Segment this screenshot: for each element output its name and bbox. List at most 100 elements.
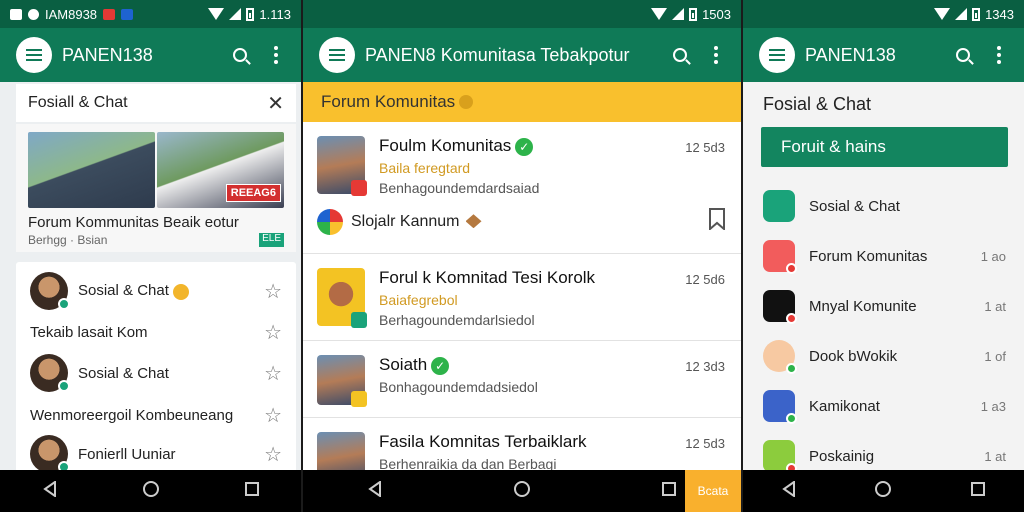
home-button[interactable]: [874, 480, 892, 503]
overflow-menu-button[interactable]: [261, 40, 291, 70]
app-label: Forum Komunitas: [809, 247, 928, 265]
featured-tag: ELE: [259, 233, 284, 247]
back-button[interactable]: [42, 479, 57, 502]
community-photo: [28, 132, 155, 208]
verified-icon: ✓: [515, 137, 534, 156]
status-text: IAM8938: [45, 6, 98, 22]
home-button[interactable]: [142, 480, 160, 503]
search-button[interactable]: [665, 40, 695, 70]
list-item[interactable]: Sosial & Chat ☆: [16, 262, 296, 314]
wifi-icon: [651, 8, 668, 20]
signal-icon: [955, 8, 968, 20]
more-vert-icon: [274, 46, 278, 64]
status-bar: 1503: [303, 0, 741, 28]
menu-button[interactable]: [16, 37, 52, 73]
forum-item[interactable]: Forul k Komnitad Tesi Korolk Baiafegrebo…: [303, 254, 741, 341]
app-count: 1 a3: [980, 398, 1006, 414]
app-count: 1 at: [984, 448, 1006, 464]
list-item-label: Sosial & Chat: [78, 364, 169, 382]
forum-time: 12 3d3: [685, 359, 725, 374]
app-label: Kamikonat: [809, 397, 880, 415]
forum-description: Benhagoundemdardsaiad: [379, 180, 540, 196]
app-item[interactable]: Sosial & Chat: [743, 181, 1024, 231]
community-logo-icon: [317, 208, 343, 235]
app-bar: PANEN138: [0, 28, 301, 82]
signal-icon: [229, 8, 242, 20]
list-item[interactable]: Wenmoreergoil Kombeuneang ☆: [16, 396, 296, 434]
featured-photos: REEAG6: [28, 132, 284, 208]
status-bar: IAM8938 1.113: [0, 0, 301, 28]
star-icon[interactable]: ☆: [264, 320, 282, 345]
app-count: 1 ao: [980, 248, 1006, 264]
menu-button[interactable]: [319, 37, 355, 73]
featured-card[interactable]: REEAG6 Forum Kommunitas Beaik eotur Berh…: [16, 124, 296, 252]
list-item-label: Tekaib lasait Kom: [30, 323, 148, 341]
screen-3: 1343 PANEN138 Fosial & Chat Foruit & hai…: [743, 0, 1024, 512]
star-icon[interactable]: ☆: [264, 403, 282, 428]
app-label: Poskainig: [809, 447, 875, 465]
list-item[interactable]: Tekaib lasait Kom ☆: [16, 314, 296, 350]
back-button[interactable]: [368, 479, 382, 502]
forum-time: 12 5d6: [685, 272, 725, 287]
star-icon[interactable]: ☆: [264, 279, 282, 304]
app-title: PANEN8 Komunitasa Tebakpotur: [365, 44, 630, 65]
recents-button[interactable]: [244, 481, 259, 501]
wifi-icon: [934, 8, 951, 20]
recents-button[interactable]: [970, 481, 985, 501]
community-row[interactable]: Slojalr Kannum: [303, 202, 741, 254]
app-item[interactable]: Forum Komunitas 1 ao: [743, 231, 1024, 281]
signal-icon: [672, 8, 685, 20]
forum-item[interactable]: Soiath ✓ Bonhagoundemdadsiedol 12 3d3: [303, 341, 741, 418]
overflow-menu-button[interactable]: [984, 40, 1014, 70]
app-label: Dook bWokik: [809, 347, 898, 365]
system-nav-bar: [743, 470, 1024, 512]
status-time: 1343: [985, 6, 1014, 22]
cta-button[interactable]: Bcata: [685, 470, 741, 512]
forum-button[interactable]: Foruit & hains: [761, 127, 1008, 167]
search-icon: [233, 48, 247, 62]
forum-description: Bonhagoundemdadsiedol: [379, 379, 538, 395]
battery-icon: [246, 7, 255, 21]
recents-button[interactable]: [661, 481, 676, 501]
screen-1: IAM8938 1.113 PANEN138 Fosiall & Chat ✕: [0, 0, 301, 512]
list-item-label: Wenmoreergoil Kombeuneang: [30, 406, 234, 424]
phone-screens: IAM8938 1.113 PANEN138 Fosiall & Chat ✕: [0, 0, 1024, 512]
list-item[interactable]: Sosial & Chat ☆: [16, 350, 296, 396]
search-button[interactable]: [948, 40, 978, 70]
system-nav-bar: [303, 470, 741, 512]
app-item[interactable]: Dook bWokik 1 of: [743, 331, 1024, 381]
star-icon[interactable]: ☆: [264, 442, 282, 467]
avatar: [30, 435, 70, 473]
community-label: Slojalr Kannum: [351, 212, 460, 230]
star-icon[interactable]: ☆: [264, 361, 282, 386]
app-notification-icon: [121, 8, 134, 20]
menu-button[interactable]: [759, 37, 795, 73]
community-app-icon: [763, 290, 797, 324]
search-field[interactable]: Fosiall & Chat ✕: [16, 84, 296, 122]
back-button[interactable]: [782, 479, 796, 502]
featured-title: Forum Kommunitas Beaik eotur: [28, 214, 239, 231]
home-button[interactable]: [513, 480, 531, 503]
app-item[interactable]: Kamikonat 1 a3: [743, 381, 1024, 431]
banner-title: Forum Komunitas: [321, 92, 456, 111]
forum-thumbnail: [317, 136, 367, 196]
battery-icon: [689, 7, 698, 21]
search-button[interactable]: [225, 40, 255, 70]
chat-list: Sosial & Chat ☆ Tekaib lasait Kom ☆ Sosi…: [16, 262, 296, 474]
avatar: [30, 354, 70, 392]
overflow-menu-button[interactable]: [701, 40, 731, 70]
app-item[interactable]: Mnyal Komunite 1 at: [743, 281, 1024, 331]
app-count: 1 of: [984, 348, 1006, 364]
photo-badge: REEAG6: [225, 184, 281, 202]
wifi-icon: [208, 8, 225, 20]
app-title: PANEN138: [62, 44, 153, 65]
game-app-icon: [763, 440, 797, 474]
app-count: 1 at: [984, 298, 1006, 314]
forum-item[interactable]: Foulm Komunitas ✓ Baila feregtard Benhago…: [303, 122, 741, 202]
bookmark-icon[interactable]: [707, 208, 727, 235]
more-vert-icon: [997, 46, 1001, 64]
app-label: Sosial & Chat: [809, 197, 900, 215]
list-item[interactable]: Fonierll Uuniar ☆: [16, 434, 296, 474]
profile-app-icon: [763, 340, 797, 374]
close-icon[interactable]: ✕: [267, 91, 284, 116]
